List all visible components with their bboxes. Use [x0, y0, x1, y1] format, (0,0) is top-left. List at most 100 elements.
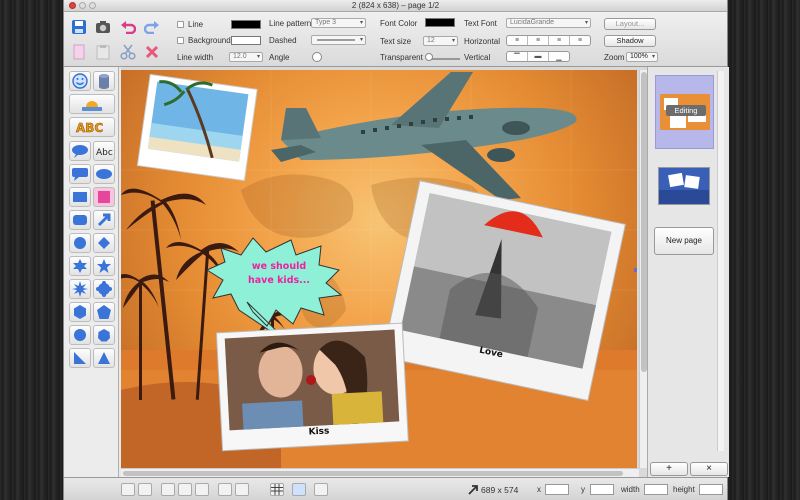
rectangle-tool[interactable] — [69, 187, 91, 207]
chevron-down-icon: ▾ — [359, 20, 363, 26]
align-middle-icon[interactable]: ▬ — [528, 52, 549, 61]
window-title: 2 (824 x 638) – page 1/2 — [351, 1, 440, 10]
arrange-button-2[interactable] — [138, 483, 152, 496]
pentagon-tool[interactable] — [93, 302, 115, 322]
wordart-tool[interactable]: ABC — [69, 117, 115, 137]
remove-page-button[interactable]: × — [690, 462, 728, 476]
star5-tool[interactable] — [93, 256, 115, 276]
diamond-tool[interactable] — [93, 233, 115, 253]
font-color-swatch[interactable] — [425, 18, 455, 27]
page-view-button[interactable] — [292, 483, 306, 496]
horizontal-scrollbar[interactable] — [121, 468, 639, 477]
distribute-button-1[interactable] — [218, 483, 232, 496]
distribute-button-2[interactable] — [235, 483, 249, 496]
star6-tool[interactable] — [69, 256, 91, 276]
ellipse-tool[interactable] — [93, 164, 115, 184]
align-center-icon[interactable]: ≡ — [528, 36, 549, 45]
text-font-select[interactable]: LucidaGrande ▾ — [506, 18, 591, 28]
align-bottom-icon[interactable]: ▁ — [549, 52, 569, 61]
dash-style-select[interactable]: ▾ — [311, 35, 366, 45]
add-page-button[interactable]: + — [650, 462, 688, 476]
align-top-icon[interactable]: ▔ — [507, 52, 528, 61]
hexagon-icon — [74, 305, 86, 319]
octagon-tool[interactable] — [69, 325, 91, 345]
align-right-icon[interactable]: ≡ — [549, 36, 570, 45]
line-pattern-value: Type 3 — [315, 19, 337, 26]
photo-kiss-caption[interactable]: Kiss — [299, 426, 339, 438]
vertical-align-label: Vertical — [464, 53, 491, 62]
seal-tool[interactable] — [93, 279, 115, 299]
vertical-align-control[interactable]: ▔ ▬ ▁ — [506, 51, 570, 62]
text-tool[interactable]: Abc — [93, 141, 115, 161]
heptagon-tool[interactable] — [93, 325, 115, 345]
sunrise-icon — [82, 101, 102, 111]
smiley-tool[interactable] — [69, 71, 91, 91]
arrow-tool[interactable] — [93, 210, 115, 230]
page-thumb-2[interactable] — [658, 167, 710, 205]
background-label: Background — [188, 36, 231, 45]
align-button-2[interactable] — [178, 483, 192, 496]
transparency-slider-knob[interactable] — [425, 53, 433, 61]
background-checkbox[interactable] — [177, 37, 184, 44]
pages-scrollbar[interactable] — [717, 71, 724, 451]
chevron-down-icon: ▾ — [359, 37, 363, 43]
selected-shape-tool[interactable] — [93, 187, 115, 207]
cylinder-icon — [99, 74, 109, 89]
line-checkbox[interactable] — [177, 21, 184, 28]
grid-icon — [271, 484, 283, 495]
align-left-icon[interactable]: ≡ — [507, 36, 528, 45]
vertical-scrollbar[interactable] — [639, 70, 647, 468]
page-thumb-1[interactable]: Editing — [655, 75, 714, 149]
angle-dial[interactable] — [312, 52, 322, 62]
new-page-button[interactable]: New page — [654, 227, 714, 255]
align-button-1[interactable] — [161, 483, 175, 496]
zoom-select[interactable]: 100% ▾ — [626, 52, 658, 62]
burst-tool[interactable] — [69, 279, 91, 299]
x-field[interactable] — [545, 484, 569, 495]
redo-icon — [144, 20, 159, 34]
save-button[interactable] — [69, 17, 89, 36]
width-field[interactable] — [644, 484, 668, 495]
circle-tool[interactable] — [69, 233, 91, 253]
shadow-button[interactable]: Shadow — [604, 35, 656, 47]
hexagon-tool[interactable] — [69, 302, 91, 322]
triangle-icon — [98, 352, 110, 364]
arrange-button-1[interactable] — [121, 483, 135, 496]
selection-handle[interactable] — [634, 268, 637, 272]
align-justify-icon[interactable]: ≡ — [570, 36, 590, 45]
line-color-swatch[interactable] — [231, 20, 261, 29]
text-font-value: LucidaGrande — [510, 19, 554, 26]
redo-button[interactable] — [142, 17, 162, 36]
rounded-rect-tool[interactable] — [69, 210, 91, 230]
y-field[interactable] — [590, 484, 614, 495]
sunrise-tool[interactable] — [69, 94, 115, 114]
text-size-select[interactable]: 12 ▾ — [423, 36, 458, 46]
delete-button[interactable] — [142, 42, 162, 61]
speech-rect-tool[interactable] — [69, 164, 91, 184]
copy-button[interactable] — [69, 42, 89, 61]
bubble-text[interactable]: we should have kids... — [239, 260, 319, 288]
align-button-3[interactable] — [195, 483, 209, 496]
cylinder-tool[interactable] — [93, 71, 115, 91]
line-pattern-select[interactable]: Type 3 ▾ — [311, 18, 366, 28]
grid-toggle-button[interactable] — [270, 483, 284, 496]
copy-icon — [73, 44, 85, 59]
paste-button[interactable] — [93, 42, 113, 61]
height-field[interactable] — [699, 484, 723, 495]
background-color-swatch[interactable] — [231, 36, 261, 45]
layout-button[interactable]: Layout... — [604, 18, 656, 30]
camera-button[interactable] — [93, 17, 113, 36]
image-view-button[interactable] — [314, 483, 328, 496]
width-label: width — [621, 485, 640, 494]
triangle-tool[interactable] — [93, 348, 115, 368]
callout-tool[interactable] — [69, 141, 91, 161]
line-width-select[interactable]: 12.0 ▾ — [229, 52, 263, 62]
horizontal-scroll-thumb[interactable] — [123, 471, 623, 476]
right-triangle-tool[interactable] — [69, 348, 91, 368]
cut-button[interactable] — [118, 42, 138, 61]
undo-button[interactable] — [118, 17, 138, 36]
horizontal-align-control[interactable]: ≡ ≡ ≡ ≡ — [506, 35, 591, 46]
text-abc-icon: Abc — [96, 148, 113, 157]
collage-canvas[interactable]: we should have kids... Love Kiss — [121, 70, 637, 468]
text-size-value: 12 — [427, 37, 435, 44]
